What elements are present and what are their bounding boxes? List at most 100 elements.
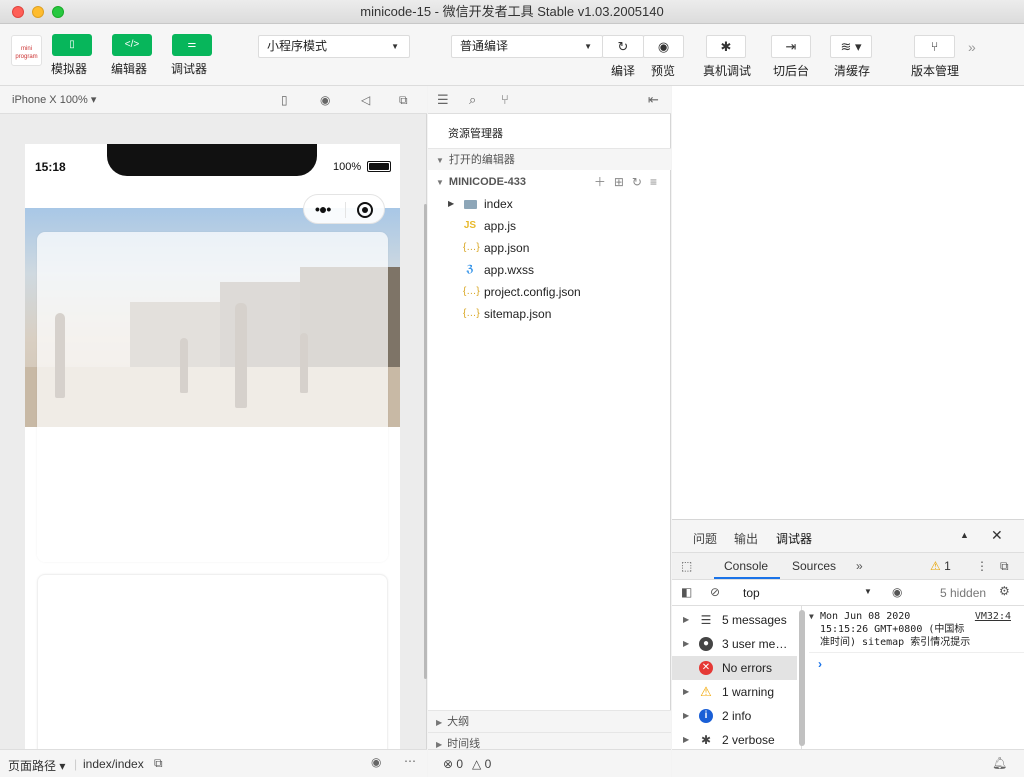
list-icon[interactable]: ☰ [437,92,449,108]
editor-toggle-button[interactable]: </> 编辑器 [111,34,152,77]
eye-icon[interactable]: ◉ [892,585,902,599]
log-source-link[interactable]: VM32:4 [975,610,1011,623]
switch-out-icon: ⇥ [785,39,797,54]
file-item-app-wxss[interactable]: ℨ app.wxss [428,259,671,281]
sidebar-item-errors[interactable]: ✕ No errors [672,656,797,680]
phone-notch [107,144,317,176]
file-explorer: ☰ ⌕ ⑂ ⇤ 资源管理器 ▼ 打开的编辑器 ▼ MINICODE-433 ＋⊞↻≡… [428,86,671,754]
explorer-actions[interactable]: ＋⊞↻≡ [594,171,665,193]
inspect-icon[interactable]: ⬚ [681,559,692,573]
device-select[interactable]: iPhone X 100% ▾ [12,93,96,106]
minimize-window-button[interactable] [32,6,44,18]
explorer-header: ☰ ⌕ ⑂ ⇤ [428,86,671,114]
chevron-up-icon[interactable]: ▲ [960,530,969,540]
chevron-double-right-icon[interactable]: » [856,559,863,573]
dock-icon[interactable]: ⧉ [1000,559,1009,574]
version-control-button[interactable]: ⑂ [914,35,955,58]
eye-icon[interactable]: ◉ [371,755,381,769]
warning-count[interactable]: △ 0 [472,757,491,771]
chevron-down-icon: ▼ [809,612,814,621]
chevron-double-right-icon[interactable]: » [968,39,976,55]
clear-cache-button[interactable]: ≋ ▾ [830,35,872,58]
context-select[interactable]: top [743,586,760,600]
page-path-select[interactable]: 页面路径 ▾ [8,757,65,774]
phone-screen: 15:18 100% •●• [25,144,400,764]
tab-debugger[interactable]: 调试器 [776,530,813,555]
volume-icon[interactable]: ◁ [361,93,370,107]
simulator-toggle-button[interactable]: ▯ 模拟器 [51,34,92,77]
copy-icon[interactable]: ⧉ [154,756,163,771]
compile-button[interactable]: ↻ [602,35,644,58]
phone-icon[interactable]: ▯ [281,93,288,107]
capsule-menu: •●• [303,194,385,224]
content-card[interactable] [37,574,388,764]
remote-debug-button[interactable]: ✱ [706,35,746,58]
console-sidebar-scrollbar[interactable] [799,610,805,746]
sidebar-item-user-messages[interactable]: ▶ ● 3 user me… [672,632,797,656]
outline-section[interactable]: ▶ 大纲 [428,710,671,732]
background-button[interactable]: ⇥ [771,35,811,58]
tab-console[interactable]: Console [724,559,768,573]
tab-output[interactable]: 输出 [734,530,758,547]
chevron-down-icon: ▼ [436,178,444,187]
clear-console-icon[interactable]: ⊘ [710,585,720,599]
close-window-button[interactable] [12,6,24,18]
close-capsule-icon[interactable] [357,202,373,218]
more-icon[interactable]: ⋯ [404,754,416,768]
editor-area[interactable] [672,86,1024,519]
warning-icon[interactable]: ⚠ 1 [930,559,951,573]
bell-icon[interactable]: 🔔︎ [992,756,1007,770]
file-item-sitemap[interactable]: {…} sitemap.json [428,303,671,325]
file-item-app-json[interactable]: {…} app.json [428,237,671,259]
file-item-app-js[interactable]: JS app.js [428,215,671,237]
content-card[interactable] [37,232,388,562]
record-icon[interactable]: ◉ [320,93,330,107]
json-file-icon: {…} [463,308,480,319]
tab-problems[interactable]: 问题 [693,530,717,547]
console-sidebar: ▶ ☰ 5 messages ▶ ● 3 user me… ✕ No errors ▶ ⚠ 1… [672,606,805,750]
devtools-tabs: 问题 输出 调试器 ▲ ✕ [672,520,1024,555]
battery-percent: 100% [333,161,362,173]
preview-button[interactable]: ◉ [643,35,684,58]
close-icon[interactable]: ✕ [991,527,1003,544]
console-prompt[interactable]: › [818,657,822,671]
console-toolbar: ⬚ Console Sources » ⚠ 1 ⋮ ⧉ [672,553,1024,580]
compile-mode-select[interactable]: 普通编译 ▼ [451,35,603,58]
branch-icon[interactable]: ⑂ [501,92,509,107]
error-count[interactable]: ⊗ 0 [443,757,463,771]
chevron-down-icon: ▼ [584,42,592,51]
main-toolbar: mini program ▯ 模拟器 </> 编辑器 ⚌ 调试器 小程序模式 ▼… [0,24,1024,86]
file-item-index[interactable]: ▶ index [428,193,671,215]
simulator-scrollbar[interactable] [424,204,427,679]
sidebar-toggle-icon[interactable]: ◧ [681,585,692,599]
sidebar-item-warnings[interactable]: ▶ ⚠ 1 warning [672,680,797,704]
status-time: 15:18 [35,160,66,174]
open-editors-section[interactable]: ▼ 打开的编辑器 [428,148,671,170]
debugger-toggle-button[interactable]: ⚌ 调试器 [171,34,212,77]
devtools-footer: 🔔︎ [672,749,1024,777]
search-icon[interactable]: ⌕ [469,92,476,108]
layers-icon: ≋ ▾ [840,39,862,54]
collapse-panel-icon[interactable]: ⇤ [648,92,659,108]
verbose-icon: ✱ [700,733,712,747]
sidebar-item-messages[interactable]: ▶ ☰ 5 messages [672,608,797,632]
project-section[interactable]: ▼ MINICODE-433 ＋⊞↻≡ [428,171,671,193]
file-item-project-config[interactable]: {…} project.config.json [428,281,671,303]
warning-icon: ⚠ [700,684,712,699]
popout-icon[interactable]: ⧉ [399,93,408,108]
maximize-window-button[interactable] [52,6,64,18]
tab-sources[interactable]: Sources [792,559,836,573]
devtools-panel: 问题 输出 调试器 ▲ ✕ ⬚ Console Sources » ⚠ 1 ⋮ … [672,519,1024,750]
project-logo: mini program [11,35,42,66]
sidebar-item-info[interactable]: ▶ i 2 info [672,704,797,728]
more-icon[interactable]: •●• [315,201,331,217]
simulator-panel: iPhone X 100% ▾ ▯ ◉ ◁ ⧉ 15:18 100% •●• [0,86,427,764]
kebab-menu-icon[interactable]: ⋮ [976,559,988,573]
battery-icon [367,161,391,172]
js-file-icon: JS [463,220,477,231]
error-icon: ✕ [699,661,713,675]
console-log-entry[interactable]: ▼ VM32:4 Mon Jun 08 2020 15:15:26 GMT+08… [809,610,1021,649]
chevron-down-icon[interactable]: ▼ [864,587,872,596]
gear-icon[interactable]: ⚙ [999,584,1010,598]
mode-select[interactable]: 小程序模式 ▼ [258,35,410,58]
